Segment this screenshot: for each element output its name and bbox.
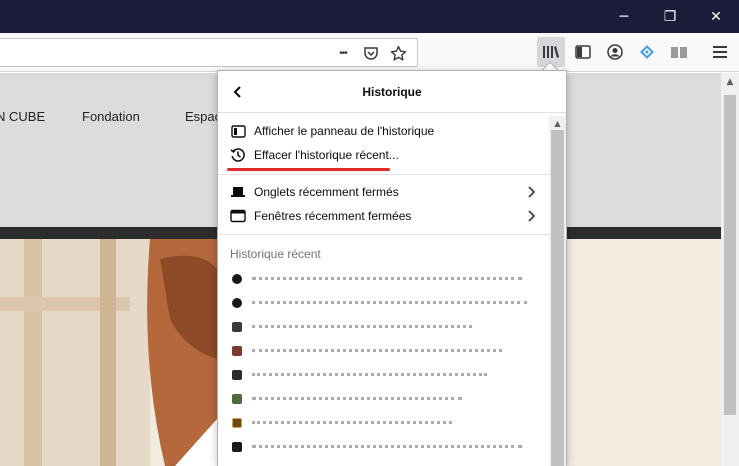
minimize-icon: ─ — [619, 8, 629, 25]
page-scrollbar[interactable]: ▲ — [721, 73, 739, 466]
favicon-icon — [232, 298, 242, 308]
main-menu-button[interactable] — [706, 37, 734, 67]
reader-icon — [671, 47, 687, 58]
separator — [218, 234, 566, 235]
reader-button[interactable] — [665, 37, 693, 67]
favicon-icon — [232, 322, 242, 332]
history-entry[interactable] — [218, 363, 548, 387]
laptop-icon — [230, 184, 246, 200]
scroll-up-arrow-icon[interactable]: ▲ — [549, 116, 566, 130]
sidebar-icon — [575, 45, 591, 59]
history-entry[interactable] — [218, 291, 548, 315]
history-entry[interactable] — [218, 411, 548, 435]
favicon-icon — [232, 346, 242, 356]
extension-button[interactable] — [633, 37, 661, 67]
history-entry-title-blurred — [252, 373, 487, 377]
history-entry[interactable] — [218, 315, 548, 339]
favicon-icon — [232, 442, 242, 452]
minimize-button[interactable]: ─ — [601, 0, 647, 33]
window-icon — [230, 208, 246, 224]
maximize-icon: ❐ — [663, 8, 677, 25]
recently-closed-windows-label: Fenêtres récemment fermées — [254, 209, 412, 223]
clear-recent-history-item[interactable]: Effacer l'historique récent... — [218, 143, 566, 167]
history-entry-title-blurred — [252, 349, 502, 353]
history-entry[interactable] — [218, 387, 548, 411]
pocket-button[interactable] — [361, 44, 381, 62]
chevron-right-icon — [524, 185, 538, 199]
history-clock-icon — [230, 147, 246, 163]
show-history-sidebar-item[interactable]: Afficher le panneau de l'historique — [218, 119, 566, 143]
history-entry[interactable] — [218, 267, 548, 291]
more-icon: ••• — [339, 47, 347, 59]
recently-closed-tabs-label: Onglets récemment fermés — [254, 185, 399, 199]
close-icon: ✕ — [710, 8, 722, 25]
clear-recent-history-label: Effacer l'historique récent... — [254, 148, 399, 162]
history-entry-title-blurred — [252, 277, 522, 281]
page-scrollbar-thumb[interactable] — [724, 95, 736, 415]
account-button[interactable] — [601, 37, 629, 67]
title-bar: ─ ❐ ✕ — [0, 0, 739, 33]
chevron-right-icon — [524, 209, 538, 223]
recent-history-heading: Historique récent — [230, 247, 321, 261]
site-nav-item-espace[interactable]: Espac — [185, 109, 221, 124]
history-entry[interactable] — [218, 435, 548, 459]
favicon-icon — [232, 274, 242, 284]
history-entry-title-blurred — [252, 301, 527, 305]
navigation-toolbar: ••• — [0, 33, 739, 72]
show-history-sidebar-label: Afficher le panneau de l'historique — [254, 124, 435, 138]
favicon-icon — [232, 394, 242, 404]
highlight-underline — [227, 168, 390, 171]
bookmark-star-button[interactable] — [388, 44, 408, 62]
panel-title: Historique — [362, 85, 422, 99]
url-bar[interactable]: ••• — [0, 38, 418, 67]
history-entry-title-blurred — [252, 325, 472, 329]
favicon-icon — [232, 418, 242, 428]
maximize-button[interactable]: ❐ — [647, 0, 693, 33]
history-entry[interactable] — [218, 339, 548, 363]
panel-header: Historique — [218, 71, 566, 113]
site-nav-item-fondation[interactable]: Fondation — [82, 109, 140, 124]
panel-scrollbar-thumb[interactable] — [551, 130, 564, 466]
site-nav-item-cube[interactable]: N CUBE — [0, 109, 45, 124]
page-actions-button[interactable]: ••• — [333, 44, 353, 62]
favicon-icon — [232, 370, 242, 380]
close-window-button[interactable]: ✕ — [693, 0, 739, 33]
extension-icon — [640, 45, 654, 59]
sidebar-icon — [230, 123, 246, 139]
history-panel: Historique Afficher le panneau de l'hist… — [217, 70, 567, 466]
separator — [218, 174, 566, 175]
recently-closed-tabs-item[interactable]: Onglets récemment fermés — [218, 180, 566, 204]
hamburger-menu-icon — [713, 46, 727, 58]
recently-closed-windows-item[interactable]: Fenêtres récemment fermées — [218, 204, 566, 228]
history-entry-title-blurred — [252, 445, 522, 449]
account-icon — [607, 44, 623, 60]
pocket-icon — [364, 47, 378, 60]
history-entry-title-blurred — [252, 421, 452, 425]
history-entry-title-blurred — [252, 397, 462, 401]
library-icon — [543, 46, 559, 58]
scroll-up-arrow-icon[interactable]: ▲ — [721, 73, 739, 91]
history-entry[interactable] — [218, 459, 548, 466]
panel-scrollbar[interactable]: ▲ — [549, 116, 566, 466]
star-icon — [390, 45, 406, 61]
sidebar-button[interactable] — [569, 37, 597, 67]
